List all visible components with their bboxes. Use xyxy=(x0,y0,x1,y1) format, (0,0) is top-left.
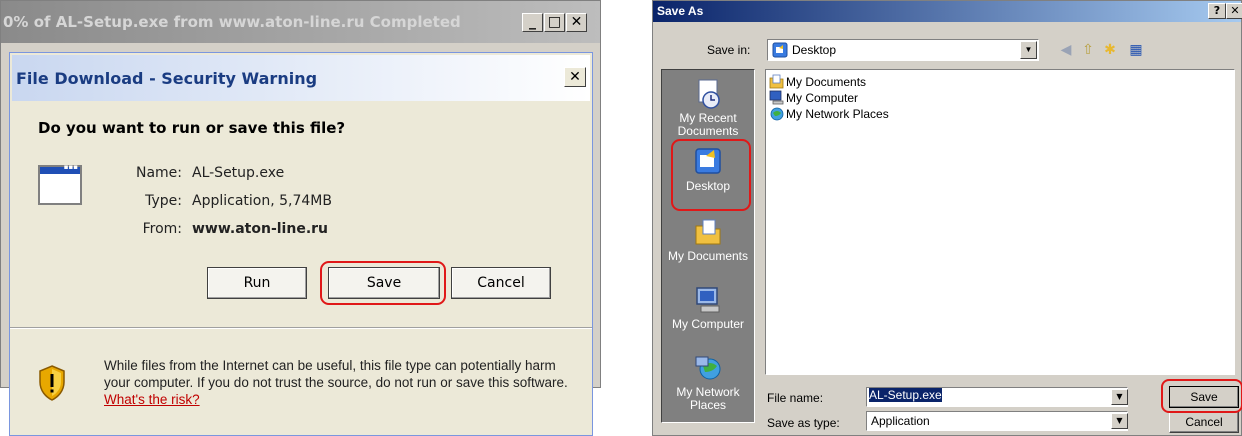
download-window-close-button[interactable]: ✕ xyxy=(566,13,587,32)
place-label: My Computer xyxy=(671,317,745,331)
security-warning-text: While files from the Internet can be use… xyxy=(104,357,574,408)
back-icon[interactable]: ◀ xyxy=(1057,41,1075,59)
up-folder-icon[interactable]: ⇧ xyxy=(1079,41,1097,59)
file-type-row: Type: Application, 5,74MB xyxy=(100,193,400,213)
save-as-cancel-button[interactable]: Cancel xyxy=(1169,411,1239,433)
security-warning-dialog: File Download - Security Warning ✕ Do yo… xyxy=(9,52,593,436)
run-button[interactable]: Run xyxy=(207,267,307,299)
file-name-label: File name: xyxy=(767,391,824,405)
my-documents-icon xyxy=(769,74,784,89)
list-item[interactable]: My Documents xyxy=(769,74,866,90)
place-my-network-places[interactable]: My Network Places xyxy=(662,352,754,420)
file-source-row: From: www.aton-line.ru xyxy=(100,221,400,241)
place-label: My Network Places xyxy=(676,385,740,412)
place-my-recent-documents[interactable]: My Recent Documents xyxy=(662,78,754,146)
help-button[interactable]: ? xyxy=(1208,3,1226,19)
desktop-icon xyxy=(772,42,788,58)
save-as-type-label: Save as type: xyxy=(767,416,840,430)
save-as-save-highlight xyxy=(1161,379,1242,413)
views-menu-icon[interactable]: ▦ xyxy=(1127,41,1145,59)
network-places-icon xyxy=(695,356,721,380)
save-in-label: Save in: xyxy=(707,43,751,57)
minimize-button[interactable]: _ xyxy=(522,13,543,32)
whats-the-risk-link[interactable]: What's the risk? xyxy=(104,392,200,407)
download-window-titlebar: 0% of AL-Setup.exe from www.aton-line.ru… xyxy=(1,1,600,43)
file-item-label: My Computer xyxy=(786,91,859,105)
network-places-icon xyxy=(770,107,784,121)
desktop-place-highlight xyxy=(671,139,751,211)
chevron-down-icon[interactable]: ▼ xyxy=(1020,41,1037,59)
dialog-divider xyxy=(10,327,592,329)
save-as-titlebar: Save As ? ✕ xyxy=(653,1,1242,22)
save-as-title: Save As xyxy=(657,4,704,18)
file-item-label: My Network Places xyxy=(786,107,889,121)
save-in-combobox[interactable]: Desktop ▼ xyxy=(767,39,1039,61)
recent-documents-icon xyxy=(698,79,720,109)
name-label: Name: xyxy=(135,165,182,181)
security-dialog-close-button[interactable]: ✕ xyxy=(564,67,586,87)
from-label: From: xyxy=(142,221,182,237)
chevron-down-icon[interactable]: ▼ xyxy=(1111,389,1128,405)
place-label: My Documents xyxy=(667,249,749,263)
save-in-value: Desktop xyxy=(792,43,837,57)
run-or-save-question: Do you want to run or save this file? xyxy=(38,119,346,137)
name-value: AL-Setup.exe xyxy=(192,165,285,181)
my-computer-icon xyxy=(696,287,720,313)
security-dialog-titlebar: File Download - Security Warning ✕ xyxy=(12,55,590,101)
file-item-label: My Documents xyxy=(786,75,867,89)
from-value: www.aton-line.ru xyxy=(192,221,329,237)
warning-message: While files from the Internet can be use… xyxy=(104,358,568,390)
place-my-documents[interactable]: My Documents xyxy=(662,216,754,284)
cancel-button[interactable]: Cancel xyxy=(451,267,551,299)
place-label: My Recent Documents xyxy=(677,111,739,138)
my-computer-icon xyxy=(769,90,784,105)
type-value: Application, 5,74MB xyxy=(192,193,332,209)
type-label: Type: xyxy=(145,193,182,209)
new-folder-icon[interactable]: ✱ xyxy=(1101,41,1119,59)
file-name-field[interactable]: AL-Setup.exe xyxy=(866,387,1128,407)
list-item[interactable]: My Network Places xyxy=(769,106,889,122)
save-as-dialog: Save As ? ✕ Save in: Desktop ▼ ◀ ⇧ ✱ ▦ M… xyxy=(652,0,1242,436)
download-window-title: 0% of AL-Setup.exe from www.aton-line.ru… xyxy=(3,13,461,31)
places-bar: My Recent Documents Desktop My Documents xyxy=(661,69,755,423)
maximize-button[interactable]: □ xyxy=(544,13,565,32)
application-window-icon xyxy=(38,163,82,205)
my-documents-icon xyxy=(695,219,721,245)
file-name-value: AL-Setup.exe xyxy=(869,388,942,402)
save-as-close-button[interactable]: ✕ xyxy=(1226,3,1242,19)
save-as-type-select[interactable]: Application xyxy=(866,411,1128,431)
save-button-highlight xyxy=(320,261,446,305)
place-my-computer[interactable]: My Computer xyxy=(662,284,754,352)
security-dialog-title: File Download - Security Warning xyxy=(16,69,318,88)
list-item[interactable]: My Computer xyxy=(769,90,858,106)
file-name-row: Name: AL-Setup.exe xyxy=(100,165,400,185)
shield-warning-icon xyxy=(39,365,65,401)
file-list[interactable]: My Documents My Computer My Network Plac… xyxy=(765,69,1235,375)
chevron-down-icon[interactable]: ▼ xyxy=(1111,413,1128,429)
